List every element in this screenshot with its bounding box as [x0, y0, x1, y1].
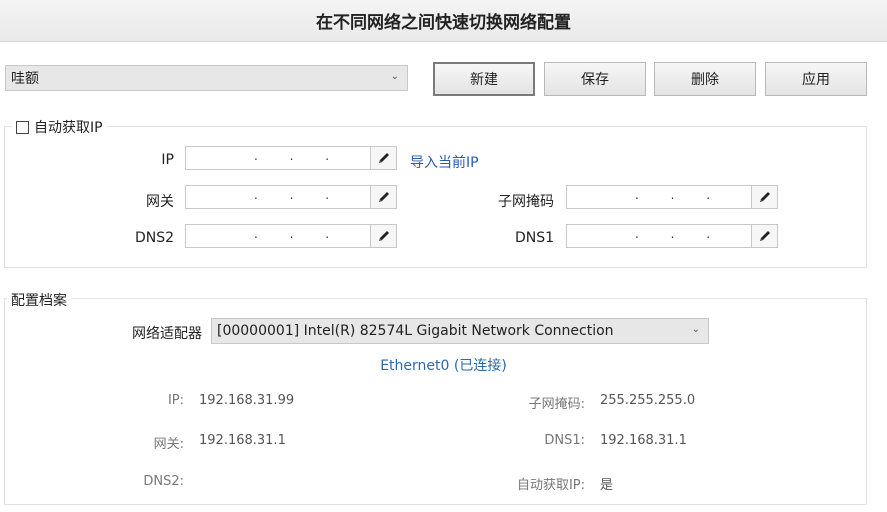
profile-select-value: 哇额 [11, 71, 39, 87]
gateway-input-dots: . . . [254, 188, 344, 202]
info-dns1-label: DNS1: [544, 433, 585, 448]
title-bar: 在不同网络之间快速切换网络配置 [0, 0, 887, 42]
pencil-icon[interactable] [370, 225, 396, 247]
subnet-input-dots: . . . [635, 188, 725, 202]
info-subnet-label: 子网掩码: [528, 397, 585, 412]
auto-ip-label: 自动获取IP [34, 120, 103, 136]
profile-group-title: 配置档案 [7, 290, 71, 310]
info-ip-value: 192.168.31.99 [199, 393, 295, 408]
info-gateway-value: 192.168.31.1 [199, 433, 286, 448]
ip-input[interactable]: . . . [185, 146, 397, 170]
new-button[interactable]: 新建 [433, 62, 535, 96]
info-auto-ip-label: 自动获取IP: [516, 478, 585, 493]
dns2-label: DNS2 [134, 230, 174, 246]
dns1-input-dots: . . . [635, 227, 725, 241]
dns2-input[interactable]: . . . [185, 224, 397, 248]
info-dns1-value: 192.168.31.1 [600, 433, 687, 448]
chevron-down-icon: ⌄ [691, 324, 700, 335]
gateway-label: 网关 [146, 194, 174, 210]
auto-ip-checkbox[interactable] [16, 120, 29, 134]
subnet-input[interactable]: . . . [566, 185, 778, 209]
adapter-select[interactable]: [00000001] Intel(R) 82574L Gigabit Netwo… [211, 318, 709, 344]
info-subnet-value: 255.255.255.0 [600, 393, 696, 408]
info-ip-label: IP: [167, 393, 184, 408]
pencil-icon[interactable] [751, 186, 777, 208]
ip-input-dots: . . . [254, 149, 344, 163]
info-gateway-label: 网关: [153, 437, 184, 452]
pencil-icon[interactable] [370, 147, 396, 169]
chevron-down-icon: ⌄ [390, 71, 399, 82]
auto-ip-checkbox-row[interactable]: 自动获取IP [12, 117, 107, 137]
info-dns2-label: DNS2: [143, 474, 184, 489]
subnet-label: 子网掩码 [498, 194, 554, 210]
save-button[interactable]: 保存 [544, 62, 646, 96]
gateway-input[interactable]: . . . [185, 185, 397, 209]
dns2-input-dots: . . . [254, 227, 344, 241]
adapter-select-value: [00000001] Intel(R) 82574L Gigabit Netwo… [217, 323, 614, 339]
import-current-ip-link[interactable]: 导入当前IP [410, 152, 479, 172]
delete-button[interactable]: 删除 [654, 62, 756, 96]
info-auto-ip-value: 是 [600, 478, 614, 493]
ip-label: IP [161, 152, 174, 168]
pencil-icon[interactable] [370, 186, 396, 208]
dns1-input[interactable]: . . . [566, 224, 778, 248]
profile-select[interactable]: 哇额 ⌄ [5, 65, 408, 91]
dns1-label: DNS1 [514, 230, 554, 246]
apply-button[interactable]: 应用 [765, 62, 867, 96]
pencil-icon[interactable] [751, 225, 777, 247]
adapter-label: 网络适配器 [132, 326, 202, 342]
window-title: 在不同网络之间快速切换网络配置 [316, 13, 571, 33]
adapter-status: Ethernet0 (已连接) [380, 358, 507, 374]
